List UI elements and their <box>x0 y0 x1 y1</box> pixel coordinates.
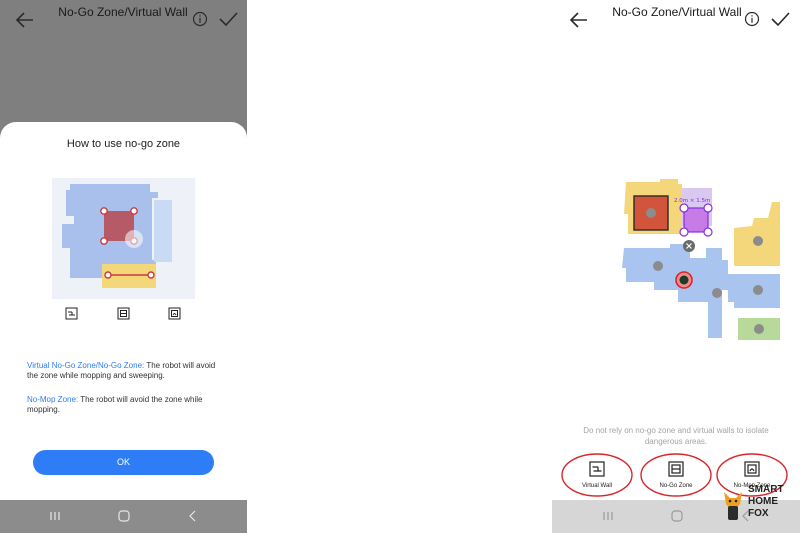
watermark-text: SMART HOME FOX <box>748 484 784 520</box>
confirm-check-icon[interactable] <box>218 10 238 28</box>
no-go-zone-icon <box>117 307 130 320</box>
back-arrow-icon[interactable] <box>14 9 36 31</box>
dialog-title: How to use no-go zone <box>66 138 181 150</box>
annotation-circle <box>640 453 712 497</box>
screenshot-stage: No-Go Zone/Virtual Wall How to use no-go… <box>0 0 800 533</box>
info-icon[interactable] <box>192 11 208 27</box>
no-go-zone-illustration <box>52 178 195 299</box>
page-title: No-Go Zone/Virtual Wall <box>612 5 742 19</box>
virtual-wall-button[interactable]: Virtual Wall <box>560 452 634 498</box>
how-to-dialog: How to use no-go zone Virtual No-Go Zone… <box>0 122 247 500</box>
desc-highlight: Virtual No-Go Zone/No-Go Zone: <box>27 361 145 370</box>
left-phone-screen: No-Go Zone/Virtual Wall How to use no-go… <box>0 0 247 533</box>
zone-size-label: 2.0m × 1.5m <box>674 198 710 204</box>
watermark-line: HOME <box>748 496 778 507</box>
recent-apps-icon[interactable] <box>48 509 62 523</box>
fox-logo-icon <box>724 492 742 520</box>
no-go-zone-description: Virtual No-Go Zone/No-Go Zone: The robot… <box>27 361 223 381</box>
safety-warning: Do not rely on no-go zone and virtual wa… <box>583 426 769 446</box>
no-mop-zone-description: No-Mop Zone: The robot will avoid the zo… <box>27 395 223 415</box>
virtual-wall-icon <box>65 307 78 320</box>
smarthomefox-watermark: SMART HOME FOX <box>718 482 798 526</box>
home-icon[interactable] <box>117 509 131 523</box>
confirm-check-icon[interactable] <box>770 10 790 28</box>
watermark-line: FOX <box>748 508 769 519</box>
no-go-zone-button[interactable]: No-Go Zone <box>639 452 713 498</box>
page-title: No-Go Zone/Virtual Wall <box>58 5 188 19</box>
back-nav-icon[interactable] <box>186 509 200 523</box>
android-nav-bar <box>0 500 247 533</box>
right-header: No-Go Zone/Virtual Wall <box>552 0 800 40</box>
info-icon[interactable] <box>744 11 760 27</box>
home-icon[interactable] <box>670 509 684 523</box>
watermark-line: SMART <box>748 484 784 495</box>
ok-button[interactable]: OK <box>33 450 214 475</box>
right-phone-screen: No-Go Zone/Virtual Wall 2.0m × 1.5m Do n… <box>552 0 800 533</box>
recent-apps-icon[interactable] <box>601 509 615 523</box>
no-mop-zone-icon <box>168 307 181 320</box>
floor-map[interactable]: 2.0m × 1.5m <box>620 178 798 348</box>
back-arrow-icon[interactable] <box>568 9 590 31</box>
desc-highlight: No-Mop Zone: <box>27 395 79 404</box>
annotation-circle <box>561 453 633 497</box>
zone-type-icon-row <box>62 307 187 321</box>
left-header: No-Go Zone/Virtual Wall <box>0 0 247 40</box>
